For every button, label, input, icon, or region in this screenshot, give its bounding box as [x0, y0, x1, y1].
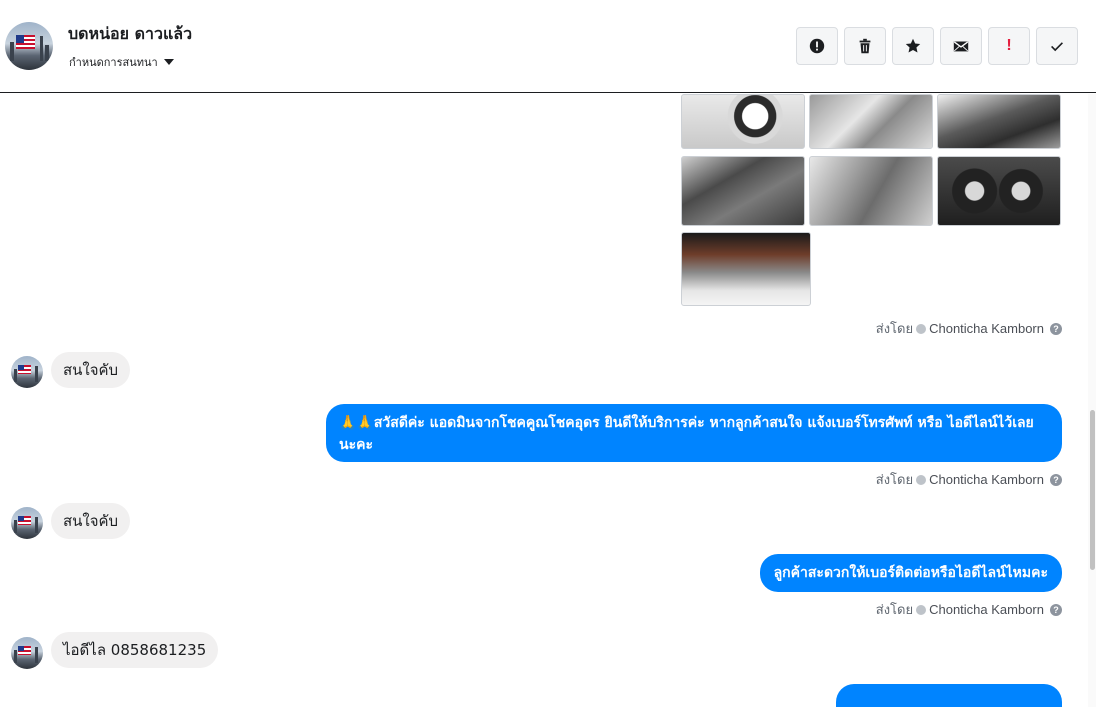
sent-by-line: ส่งโดย Chonticha Kamborn ? — [876, 318, 1062, 339]
contact-name[interactable]: บดหน่อย ดาวแล้ว — [68, 22, 192, 47]
outgoing-message-text: ลูกค้าสะดวกให้เบอร์ติดต่อหรือไอดีไลน์ไหม… — [773, 565, 1048, 581]
contact-avatar[interactable] — [11, 507, 43, 539]
contact-avatar[interactable] — [11, 356, 43, 388]
outgoing-message-partial — [836, 684, 1062, 707]
incoming-message: ไอดีไล 0858681235 — [51, 632, 219, 668]
verified-icon — [916, 604, 927, 615]
delete-button[interactable] — [844, 27, 886, 65]
sent-by-line: ส่งโดย Chonticha Kamborn ? — [876, 599, 1062, 620]
assign-conversation-label: กำหนดการสนทนา — [69, 56, 158, 69]
mark-spam-button[interactable] — [796, 27, 838, 65]
conversation-header: บดหน่อย ดาวแล้ว กำหนดการสนทนา ! — [0, 0, 1096, 93]
outgoing-message-text: 🙏🙏สวัสดีค่ะ แอดมินจากโชคคูณโชคอุดร ยินดี… — [339, 415, 1034, 453]
conversation-toolbar: ! — [796, 27, 1078, 65]
verified-icon — [916, 323, 927, 334]
sent-by-label: ส่งโดย — [875, 472, 914, 487]
scrollbar-track[interactable] — [1088, 94, 1096, 707]
vehicle-photo[interactable] — [681, 232, 811, 306]
vehicle-photo[interactable] — [809, 156, 933, 226]
vehicle-photo[interactable] — [937, 94, 1061, 149]
mark-important-button[interactable]: ! — [988, 27, 1030, 65]
vehicle-photo[interactable] — [681, 94, 805, 149]
outgoing-message: 🙏🙏สวัสดีค่ะ แอดมินจากโชคคูณโชคอุดร ยินดี… — [326, 404, 1062, 462]
mail-icon — [953, 41, 969, 52]
help-icon[interactable]: ? — [1050, 603, 1062, 616]
incoming-message: สนใจคับ — [51, 352, 131, 388]
assign-conversation-dropdown[interactable]: กำหนดการสนทนา — [69, 53, 174, 71]
sent-by-label: ส่งโดย — [875, 321, 914, 336]
incoming-message: สนใจคับ — [51, 503, 131, 539]
help-icon[interactable]: ? — [1050, 473, 1062, 486]
star-icon — [905, 38, 921, 53]
scrollbar-thumb[interactable] — [1090, 410, 1095, 570]
agent-name[interactable]: Chonticha Kamborn — [929, 321, 1044, 336]
agent-name[interactable]: Chonticha Kamborn — [929, 602, 1044, 617]
mark-unread-button[interactable] — [940, 27, 982, 65]
caret-down-icon — [163, 59, 174, 65]
agent-name[interactable]: Chonticha Kamborn — [929, 472, 1044, 487]
sent-by-label: ส่งโดย — [875, 602, 914, 617]
star-button[interactable] — [892, 27, 934, 65]
vehicle-photo[interactable] — [937, 156, 1061, 226]
vehicle-photo[interactable] — [681, 156, 805, 226]
vehicle-photo[interactable] — [809, 94, 933, 149]
spam-alert-icon — [809, 38, 825, 54]
verified-icon — [916, 474, 927, 485]
mark-done-button[interactable] — [1036, 27, 1078, 65]
contact-avatar[interactable] — [5, 22, 53, 70]
outgoing-message: ลูกค้าสะดวกให้เบอร์ติดต่อหรือไอดีไลน์ไหม… — [759, 554, 1062, 592]
contact-avatar[interactable] — [11, 637, 43, 669]
trash-icon — [859, 38, 871, 54]
help-icon[interactable]: ? — [1050, 322, 1062, 335]
sent-by-line: ส่งโดย Chonticha Kamborn ? — [876, 469, 1062, 490]
important-icon: ! — [1006, 37, 1012, 54]
check-icon — [1051, 42, 1063, 52]
